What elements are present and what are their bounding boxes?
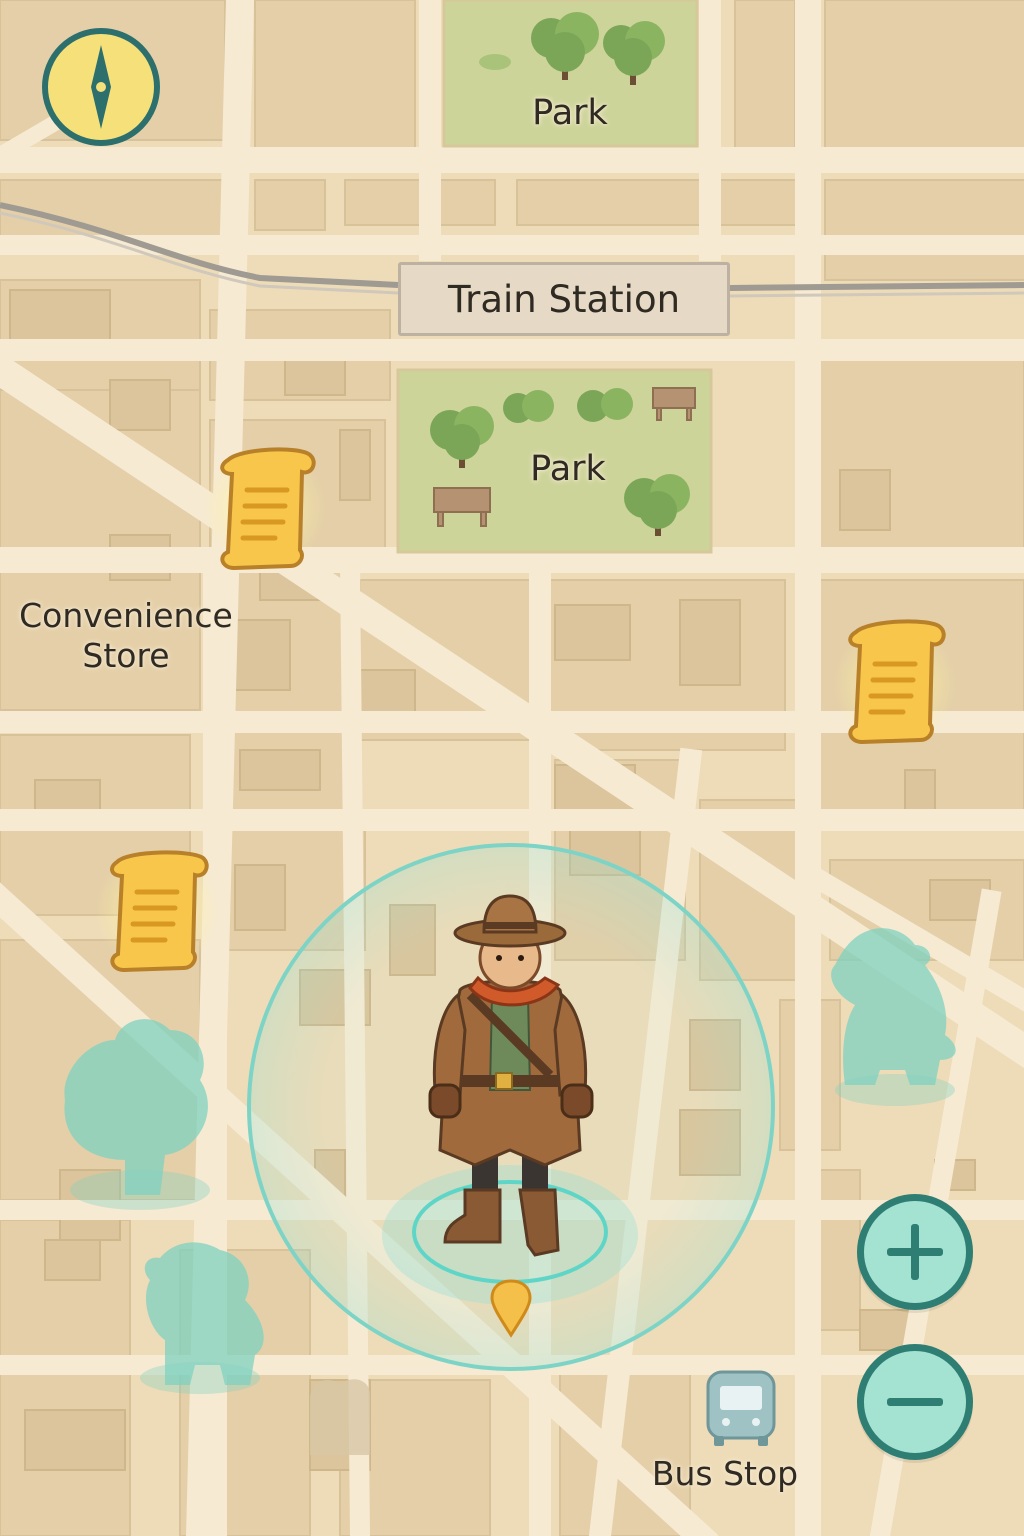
minus-icon — [887, 1398, 943, 1406]
convenience-line-2: Store — [82, 635, 170, 675]
scroll-icon[interactable] — [833, 619, 957, 746]
scroll-icon[interactable] — [95, 848, 219, 973]
bus-icon[interactable] — [706, 1370, 776, 1446]
convenience-line-1: Convenience — [19, 596, 233, 635]
plus-icon — [887, 1224, 943, 1280]
park-top-label: Park — [532, 93, 608, 133]
park-mid-label: Park — [530, 449, 606, 489]
map-base — [0, 0, 1024, 1536]
train-station-label: Train Station — [447, 277, 681, 321]
train-station-sign[interactable]: Train Station — [398, 262, 730, 336]
convenience-store-label: Convenience Store — [6, 596, 246, 675]
compass-icon — [91, 45, 111, 129]
zoom-out-button[interactable] — [857, 1344, 973, 1460]
map-view[interactable]: Park Train Station Park Convenience Stor… — [0, 0, 1024, 1536]
compass-button[interactable] — [42, 28, 160, 146]
zoom-in-button[interactable] — [857, 1194, 973, 1310]
scroll-icon[interactable] — [203, 446, 327, 571]
bus-stop-label: Bus Stop — [651, 1454, 799, 1493]
